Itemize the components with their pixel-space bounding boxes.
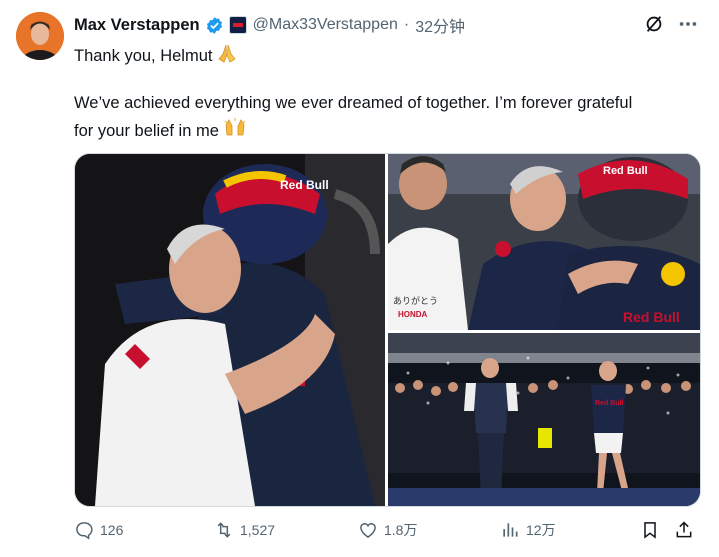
- share-button[interactable]: [674, 520, 694, 540]
- reply-button[interactable]: 126: [74, 520, 123, 540]
- media-grid: Red Bull ありがとう HONDA Red Bull Red Bull R…: [74, 153, 701, 507]
- views-button[interactable]: 12万: [500, 520, 556, 540]
- tweet-text: Thank you, Helmut: [74, 47, 213, 65]
- bookmark-icon: [644, 522, 656, 539]
- like-icon: [360, 522, 376, 538]
- photo-hug-celebration[interactable]: Red Bull: [75, 154, 385, 506]
- affiliate-badge-icon[interactable]: [228, 16, 247, 34]
- tweet-text-line-1: Thank you, Helmut: [74, 42, 238, 67]
- retweet-count: 1,527: [240, 522, 276, 538]
- share-icon: [676, 521, 692, 538]
- grok-icon[interactable]: [643, 13, 665, 35]
- suit-sign: Red Bull: [623, 309, 680, 325]
- more-icon[interactable]: [677, 13, 699, 35]
- author-handle[interactable]: @Max33Verstappen: [253, 16, 398, 34]
- bookmark-button[interactable]: [640, 520, 660, 540]
- like-button[interactable]: 1.8万: [358, 520, 417, 540]
- verified-icon: [206, 16, 222, 34]
- tweet-text: for your belief in me: [74, 122, 219, 140]
- photo-team-embrace[interactable]: ありがとう HONDA Red Bull Red Bull: [388, 154, 700, 330]
- thanks-text: ありがとう: [393, 295, 438, 306]
- raising-hands-emoji-icon: [224, 118, 246, 136]
- author-name[interactable]: Max Verstappen: [74, 16, 200, 35]
- tweet-header: Max Verstappen @Max33Verstappen · 32分钟: [74, 13, 465, 37]
- helmet-sign: Red Bull: [280, 178, 329, 192]
- praying-hands-emoji-icon: [218, 44, 237, 63]
- tweet-text-line-2: We’ve achieved everything we ever dreame…: [74, 94, 633, 112]
- retweet-icon: [217, 522, 231, 538]
- separator-dot: ·: [403, 16, 410, 33]
- avatar[interactable]: [16, 12, 64, 60]
- action-bar: 126 1,527 1.8万 12万: [74, 520, 699, 546]
- retweet-button[interactable]: 1,527: [214, 520, 275, 540]
- timestamp[interactable]: 32分钟: [415, 13, 465, 37]
- views-icon: [503, 523, 518, 537]
- view-count: 12万: [526, 522, 556, 538]
- helmet-sign: Red Bull: [603, 165, 648, 177]
- like-count: 1.8万: [384, 522, 418, 538]
- tweet-text-line-3: for your belief in me: [74, 117, 247, 142]
- brand-logo-text: HONDA: [398, 310, 428, 319]
- reply-icon: [76, 522, 93, 540]
- photo-team-garage[interactable]: Red Bull: [388, 333, 700, 506]
- jersey-sign: Red Bull: [595, 400, 623, 407]
- reply-count: 126: [100, 522, 124, 538]
